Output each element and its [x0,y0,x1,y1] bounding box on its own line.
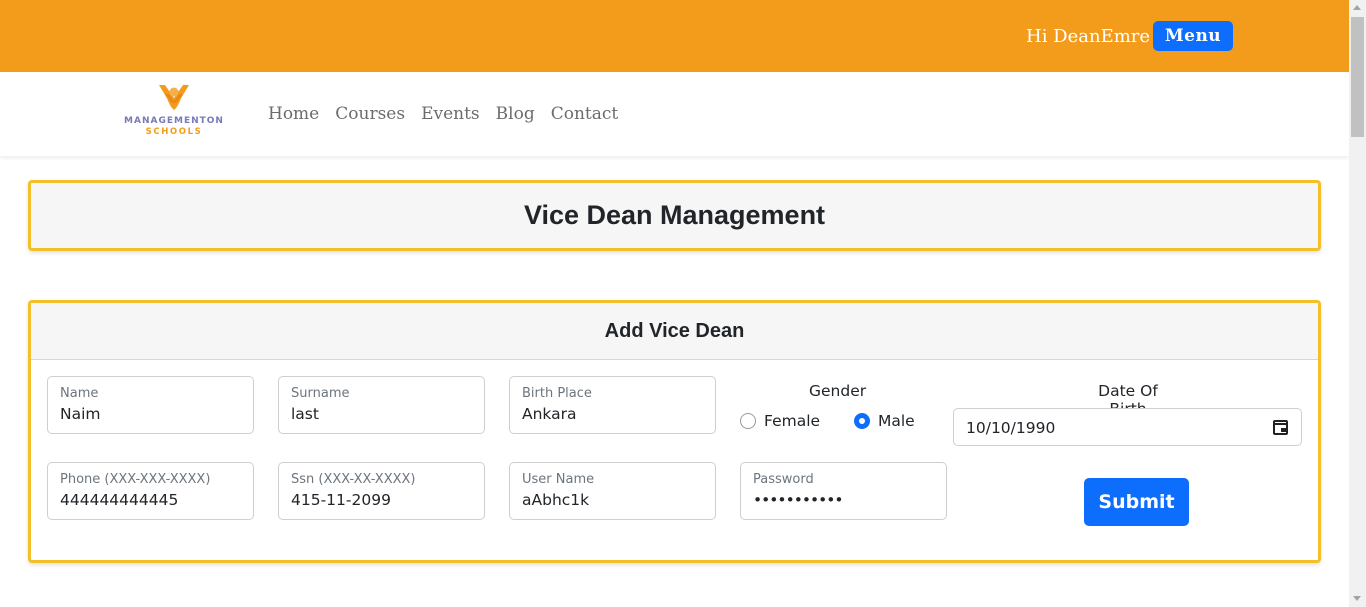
nav-blog[interactable]: Blog [496,103,535,125]
scroll-down-icon[interactable] [1353,596,1361,601]
calendar-icon[interactable] [1273,420,1288,435]
scroll-thumb[interactable] [1351,17,1364,137]
gender-female-radio[interactable] [740,413,756,429]
password-value: ••••••••••• [753,491,844,509]
navbar: MANAGEMENTON SCHOOLS Home Courses Events… [0,72,1349,156]
phone-field[interactable]: Phone (XXX-XXX-XXXX) 444444444445 [47,462,254,520]
page-title-card: Vice Dean Management [28,180,1321,251]
gender-female-label[interactable]: Female [764,412,820,430]
birth-place-label: Birth Place [522,386,592,401]
birth-place-value: Ankara [522,405,577,423]
vertical-scrollbar[interactable] [1349,0,1366,607]
gender-label: Gender [809,382,867,400]
date-of-birth-value: 10/10/1990 [966,419,1056,437]
surname-field[interactable]: Surname last [278,376,485,434]
username-label: User Name [522,472,595,487]
nav-courses[interactable]: Courses [335,103,405,125]
ssn-value: 415-11-2099 [291,491,391,509]
page-title: Vice Dean Management [523,200,826,230]
username-value: aAbhc1k [522,491,590,509]
username-field[interactable]: User Name aAbhc1k [509,462,716,520]
name-value: Naim [60,405,101,423]
name-field[interactable]: Name Naim [47,376,254,434]
phone-label: Phone (XXX-XXX-XXXX) [60,472,211,487]
phone-value: 444444444445 [60,491,179,509]
surname-label: Surname [291,386,350,401]
add-vice-dean-form: Add Vice Dean Name Naim Surname last Bir… [28,300,1321,563]
submit-button[interactable]: Submit [1084,478,1189,526]
scroll-up-icon[interactable] [1353,5,1361,10]
ssn-label: Ssn (XXX-XX-XXXX) [291,472,416,487]
school-logo[interactable]: MANAGEMENTON SCHOOLS [121,82,227,140]
gender-male-label[interactable]: Male [878,412,915,430]
surname-value: last [291,405,319,423]
name-label: Name [60,386,99,401]
menu-button[interactable]: Menu [1153,21,1233,51]
password-label: Password [753,472,814,487]
form-title: Add Vice Dean [604,319,745,342]
logo-text-line2: SCHOOLS [145,127,203,137]
birth-place-field[interactable]: Birth Place Ankara [509,376,716,434]
school-logo-icon [159,85,189,110]
user-greeting: Hi DeanEmre [1026,26,1151,47]
logo-text-line1: MANAGEMENTON [124,116,224,126]
nav-events[interactable]: Events [421,103,480,125]
form-header: Add Vice Dean [31,303,1318,360]
nav-links: Home Courses Events Blog Contact [268,103,618,125]
password-field[interactable]: Password ••••••••••• [740,462,947,520]
nav-home[interactable]: Home [268,103,319,125]
gender-male-radio[interactable] [854,413,870,429]
top-bar: Hi DeanEmre Menu [0,0,1349,72]
date-of-birth-input[interactable]: 10/10/1990 [953,408,1302,446]
ssn-field[interactable]: Ssn (XXX-XX-XXXX) 415-11-2099 [278,462,485,520]
nav-contact[interactable]: Contact [551,103,619,125]
